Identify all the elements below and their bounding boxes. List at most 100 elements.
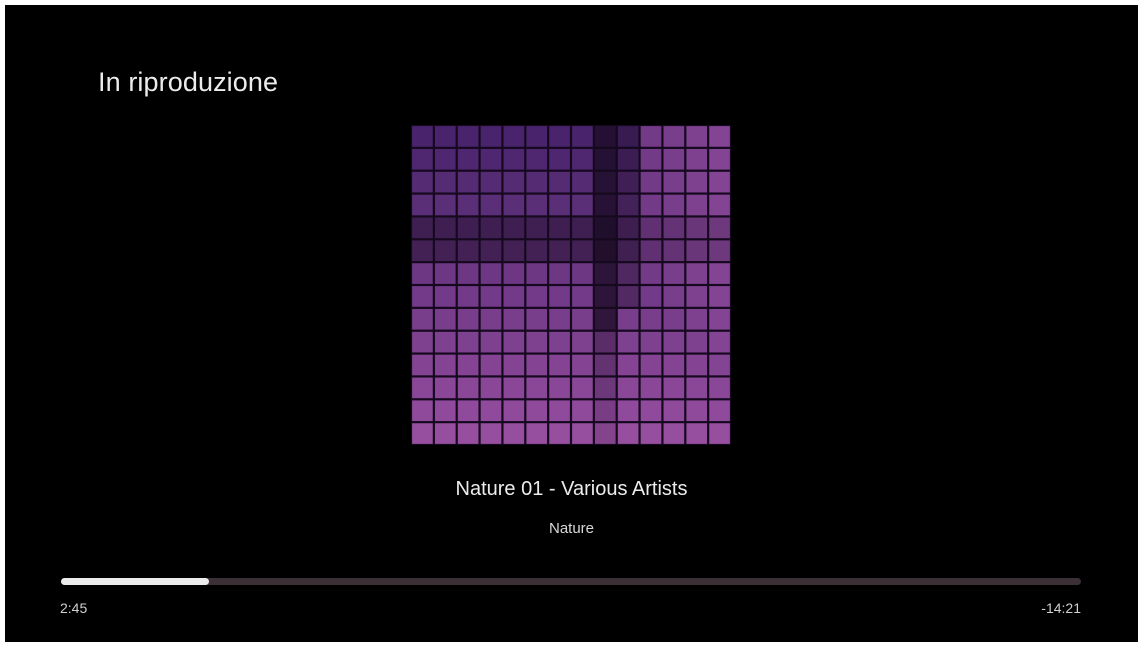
artwork-tile xyxy=(686,308,708,330)
artwork-tile xyxy=(503,423,525,444)
artwork-tile xyxy=(526,126,548,147)
artwork-tile xyxy=(480,217,502,239)
artwork-tile xyxy=(572,308,593,330)
artwork-tile xyxy=(457,354,479,376)
artwork-tile xyxy=(526,377,548,399)
artwork-tile xyxy=(480,194,502,216)
progress-bar[interactable] xyxy=(61,578,1081,585)
artwork-tile xyxy=(480,171,502,193)
artwork-tile xyxy=(686,423,708,444)
artwork-tile xyxy=(526,331,548,353)
artwork-tile xyxy=(686,126,708,147)
artwork-tile xyxy=(617,286,639,307)
album-name: Nature xyxy=(548,520,595,537)
artwork-tile xyxy=(457,377,479,399)
artwork-tile xyxy=(594,354,616,376)
artwork-tile xyxy=(457,308,479,330)
artwork-tile xyxy=(640,377,662,399)
artwork-tile xyxy=(709,400,730,422)
album-artwork-image xyxy=(412,126,730,444)
album-artwork xyxy=(411,125,731,445)
artwork-tile xyxy=(594,263,616,284)
artwork-tile xyxy=(480,308,502,330)
artwork-tile xyxy=(572,377,593,399)
artwork-tile xyxy=(572,354,593,376)
artwork-tile xyxy=(594,240,616,262)
artwork-tile xyxy=(594,171,616,193)
artwork-tile xyxy=(457,217,479,239)
artwork-tile xyxy=(412,308,433,330)
artwork-tile xyxy=(594,377,616,399)
artwork-tile xyxy=(640,400,662,422)
artwork-tile xyxy=(594,308,616,330)
artwork-tile xyxy=(434,148,456,170)
artwork-tile xyxy=(572,217,593,239)
artwork-tile xyxy=(503,194,525,216)
artwork-tile xyxy=(457,263,479,284)
artwork-tile xyxy=(434,308,456,330)
artwork-tile xyxy=(549,423,570,444)
artwork-tile xyxy=(412,423,433,444)
artwork-tile xyxy=(709,148,730,170)
artwork-tile xyxy=(457,148,479,170)
artwork-tile xyxy=(709,217,730,239)
artwork-tile xyxy=(594,331,616,353)
artwork-tile xyxy=(434,217,456,239)
artwork-tile xyxy=(617,217,639,239)
artwork-tile xyxy=(686,171,708,193)
artwork-tile xyxy=(457,240,479,262)
artwork-tile xyxy=(709,240,730,262)
artwork-tile xyxy=(457,331,479,353)
artwork-tile xyxy=(572,240,593,262)
artwork-tile xyxy=(686,400,708,422)
artwork-tile xyxy=(663,263,685,284)
artwork-tile xyxy=(640,194,662,216)
artwork-tile xyxy=(663,126,685,147)
elapsed-time: 2:45 xyxy=(60,600,88,616)
artwork-tile xyxy=(617,126,639,147)
artwork-tile xyxy=(434,400,456,422)
artwork-tile xyxy=(663,423,685,444)
artwork-tile xyxy=(617,377,639,399)
artwork-tile xyxy=(480,286,502,307)
artwork-tile xyxy=(594,126,616,147)
artwork-tile xyxy=(709,331,730,353)
artwork-tile xyxy=(617,171,639,193)
artwork-tile xyxy=(457,171,479,193)
artwork-tile xyxy=(526,263,548,284)
now-playing-screen: In riproduzione Nature 01 - Various Arti… xyxy=(5,5,1138,642)
artwork-tile xyxy=(503,377,525,399)
artwork-tile xyxy=(457,286,479,307)
artwork-tile xyxy=(594,400,616,422)
artwork-tile xyxy=(457,423,479,444)
artwork-tile xyxy=(572,148,593,170)
artwork-tile xyxy=(640,354,662,376)
artwork-tile xyxy=(617,240,639,262)
artwork-tile xyxy=(503,126,525,147)
artwork-tile xyxy=(640,331,662,353)
artwork-tile xyxy=(663,217,685,239)
artwork-tile xyxy=(412,217,433,239)
artwork-tile xyxy=(549,217,570,239)
artwork-tile xyxy=(709,263,730,284)
artwork-tile xyxy=(526,148,548,170)
artwork-tile xyxy=(526,354,548,376)
artwork-tile xyxy=(503,171,525,193)
artwork-tile xyxy=(709,377,730,399)
artwork-tile xyxy=(549,377,570,399)
track-title: Nature 01 - Various Artists xyxy=(455,478,688,500)
artwork-tile xyxy=(412,240,433,262)
artwork-tile xyxy=(663,194,685,216)
artwork-tile xyxy=(663,148,685,170)
artwork-tile xyxy=(617,400,639,422)
artwork-tile xyxy=(663,377,685,399)
artwork-tile xyxy=(549,126,570,147)
artwork-tile xyxy=(434,126,456,147)
artwork-tile xyxy=(617,331,639,353)
progress-bar-fill xyxy=(61,578,209,585)
artwork-tile xyxy=(709,194,730,216)
artwork-tile xyxy=(663,171,685,193)
artwork-tile xyxy=(640,148,662,170)
artwork-tile xyxy=(412,126,433,147)
artwork-tile xyxy=(594,217,616,239)
